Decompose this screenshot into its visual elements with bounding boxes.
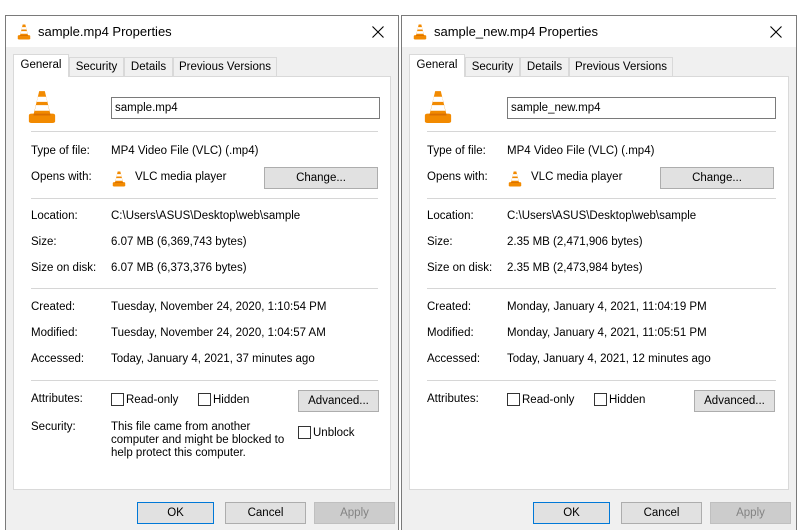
window-title: sample.mp4 Properties <box>38 24 172 39</box>
security-label: Security: <box>31 421 76 433</box>
close-icon <box>770 25 782 38</box>
tab-previous-versions[interactable]: Previous Versions <box>569 57 673 76</box>
checkbox-box[interactable] <box>198 393 211 406</box>
separator <box>31 288 378 289</box>
opens-with-label: Opens with: <box>31 171 92 183</box>
tab-general[interactable]: General <box>409 54 465 77</box>
close-icon <box>372 25 384 38</box>
unblock-label: Unblock <box>313 426 355 439</box>
size-label: Size: <box>31 236 57 248</box>
vlc-cone-icon <box>507 171 523 187</box>
ok-button[interactable]: OK <box>137 502 214 524</box>
change-button[interactable]: Change... <box>660 167 774 189</box>
file-name-input[interactable] <box>111 97 380 119</box>
read-only-label: Read-only <box>126 393 179 406</box>
modified-label: Modified: <box>31 327 78 339</box>
size-value: 2.35 MB (2,471,906 bytes) <box>507 236 643 248</box>
vlc-cone-icon <box>111 171 127 187</box>
type-of-file-value: MP4 Video File (VLC) (.mp4) <box>507 145 655 157</box>
tab-general[interactable]: General <box>13 54 69 77</box>
tab-previous-versions[interactable]: Previous Versions <box>173 57 277 76</box>
security-message: This file came from another computer and… <box>111 421 285 459</box>
accessed-value: Today, January 4, 2021, 12 minutes ago <box>507 353 711 365</box>
checkbox-box[interactable] <box>507 393 520 406</box>
size-on-disk-value: 2.35 MB (2,473,984 bytes) <box>507 262 643 274</box>
vlc-cone-icon <box>16 24 32 40</box>
size-on-disk-label: Size on disk: <box>427 262 493 274</box>
separator <box>31 131 378 132</box>
modified-value: Tuesday, November 24, 2020, 1:04:57 AM <box>111 327 326 339</box>
title-bar[interactable]: sample_new.mp4 Properties <box>402 16 796 47</box>
tab-security[interactable]: Security <box>465 57 520 76</box>
file-name-input[interactable] <box>507 97 776 119</box>
attributes-label: Attributes: <box>31 393 83 405</box>
hidden-label: Hidden <box>213 393 250 406</box>
created-value: Monday, January 4, 2021, 11:04:19 PM <box>507 301 707 313</box>
accessed-value: Today, January 4, 2021, 37 minutes ago <box>111 353 315 365</box>
opens-with-value: VLC media player <box>531 171 623 183</box>
vlc-cone-icon <box>423 90 453 124</box>
hidden-checkbox[interactable]: Hidden <box>594 393 645 406</box>
type-of-file-label: Type of file: <box>427 145 486 157</box>
modified-label: Modified: <box>427 327 474 339</box>
general-panel: Type of file: MP4 Video File (VLC) (.mp4… <box>409 76 789 490</box>
location-value: C:\Users\ASUS\Desktop\web\sample <box>507 210 697 222</box>
separator <box>31 198 378 199</box>
separator <box>427 288 776 289</box>
properties-dialog-sample: sample.mp4 Properties General Security D… <box>5 15 399 530</box>
hidden-label: Hidden <box>609 393 646 406</box>
created-label: Created: <box>427 301 472 313</box>
advanced-button[interactable]: Advanced... <box>694 390 775 412</box>
size-on-disk-label: Size on disk: <box>31 262 97 274</box>
checkbox-box[interactable] <box>111 393 124 406</box>
tab-details[interactable]: Details <box>124 57 173 76</box>
close-button[interactable] <box>358 16 398 47</box>
created-value: Tuesday, November 24, 2020, 1:10:54 PM <box>111 301 327 313</box>
modified-value: Monday, January 4, 2021, 11:05:51 PM <box>507 327 707 339</box>
checkbox-box[interactable] <box>594 393 607 406</box>
tab-details[interactable]: Details <box>520 57 569 76</box>
advanced-button[interactable]: Advanced... <box>298 390 379 412</box>
apply-button[interactable]: Apply <box>710 502 791 524</box>
created-label: Created: <box>31 301 76 313</box>
read-only-checkbox[interactable]: Read-only <box>507 393 574 406</box>
tab-security[interactable]: Security <box>69 57 124 76</box>
close-button[interactable] <box>756 16 796 47</box>
type-of-file-value: MP4 Video File (VLC) (.mp4) <box>111 145 259 157</box>
read-only-checkbox[interactable]: Read-only <box>111 393 178 406</box>
read-only-label: Read-only <box>522 393 575 406</box>
apply-button[interactable]: Apply <box>314 502 395 524</box>
cancel-button[interactable]: Cancel <box>621 502 702 524</box>
attributes-label: Attributes: <box>427 393 479 405</box>
vlc-cone-icon <box>412 24 428 40</box>
vlc-cone-icon <box>27 90 57 124</box>
type-of-file-label: Type of file: <box>31 145 90 157</box>
checkbox-box[interactable] <box>298 426 311 439</box>
separator <box>427 380 776 381</box>
location-label: Location: <box>31 210 78 222</box>
window-title: sample_new.mp4 Properties <box>434 24 599 39</box>
change-button[interactable]: Change... <box>264 167 378 189</box>
size-label: Size: <box>427 236 453 248</box>
separator <box>31 380 378 381</box>
properties-dialog-sample-new: sample_new.mp4 Properties General Securi… <box>401 15 797 530</box>
accessed-label: Accessed: <box>31 353 85 365</box>
accessed-label: Accessed: <box>427 353 481 365</box>
ok-button[interactable]: OK <box>533 502 610 524</box>
size-value: 6.07 MB (6,369,743 bytes) <box>111 236 247 248</box>
location-label: Location: <box>427 210 474 222</box>
separator <box>427 198 776 199</box>
location-value: C:\Users\ASUS\Desktop\web\sample <box>111 210 301 222</box>
opens-with-value: VLC media player <box>135 171 227 183</box>
cancel-button[interactable]: Cancel <box>225 502 306 524</box>
hidden-checkbox[interactable]: Hidden <box>198 393 249 406</box>
opens-with-label: Opens with: <box>427 171 488 183</box>
separator <box>427 131 776 132</box>
title-bar[interactable]: sample.mp4 Properties <box>6 16 398 47</box>
size-on-disk-value: 6.07 MB (6,373,376 bytes) <box>111 262 247 274</box>
general-panel: Type of file: MP4 Video File (VLC) (.mp4… <box>13 76 391 490</box>
unblock-checkbox[interactable]: Unblock <box>298 426 355 439</box>
